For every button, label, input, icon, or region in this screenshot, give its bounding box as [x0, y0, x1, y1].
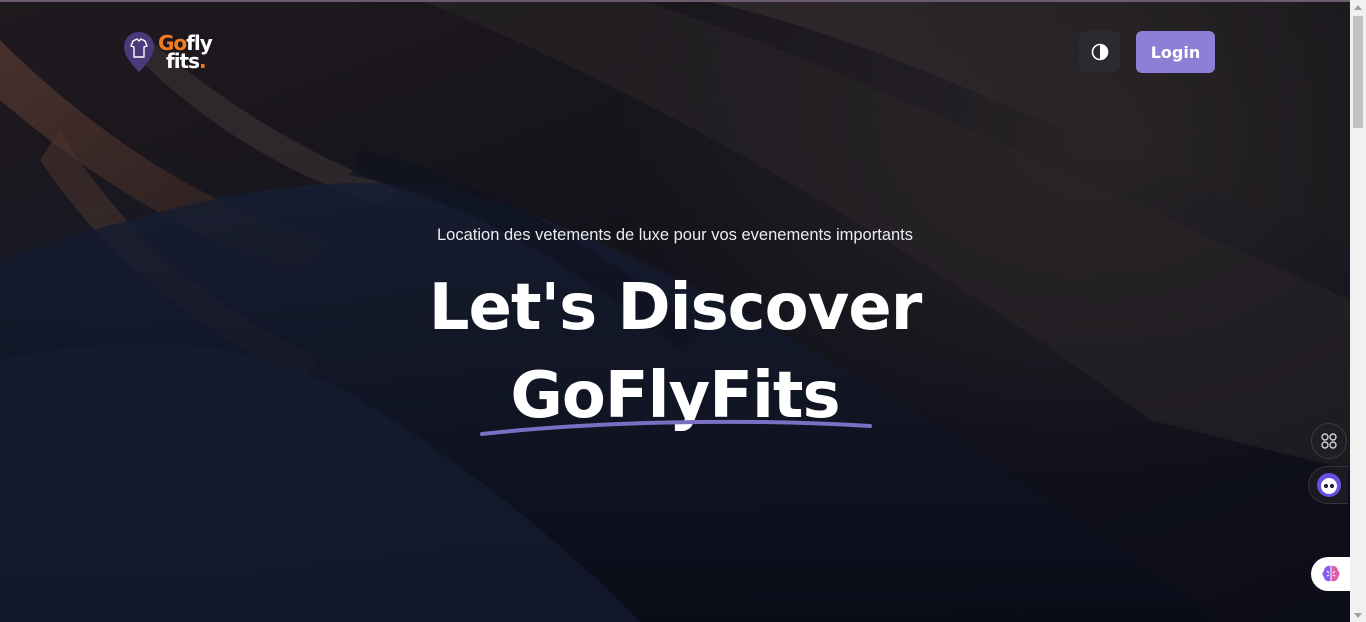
logo-fits: fits — [166, 49, 200, 73]
hero-subtitle: Location des vetements de luxe pour vos … — [436, 226, 914, 244]
brain-icon — [1322, 565, 1340, 582]
apps-grid-button[interactable] — [1311, 423, 1347, 459]
theme-toggle-button[interactable] — [1079, 31, 1120, 72]
logo[interactable]: Gofly fits. — [122, 30, 232, 74]
login-button[interactable]: Login — [1136, 31, 1215, 73]
assistant-button[interactable] — [1308, 466, 1348, 504]
top-border — [0, 0, 1350, 2]
scroll-thumb[interactable] — [1353, 16, 1363, 128]
shirt-pin-icon — [124, 32, 154, 72]
logo-wordmark: Gofly fits. — [158, 33, 213, 73]
page-scrollbar[interactable] — [1350, 0, 1366, 622]
logo-dot: . — [199, 49, 207, 73]
scroll-down-icon[interactable] — [1350, 608, 1366, 622]
bot-face-icon — [1316, 473, 1341, 497]
brain-button[interactable] — [1311, 557, 1351, 591]
brand-underline — [480, 419, 872, 436]
hero-headline: Let's Discover — [428, 271, 923, 345]
contrast-icon — [1091, 43, 1108, 60]
scroll-up-icon[interactable] — [1350, 0, 1366, 14]
apps-grid-icon — [1321, 433, 1337, 449]
